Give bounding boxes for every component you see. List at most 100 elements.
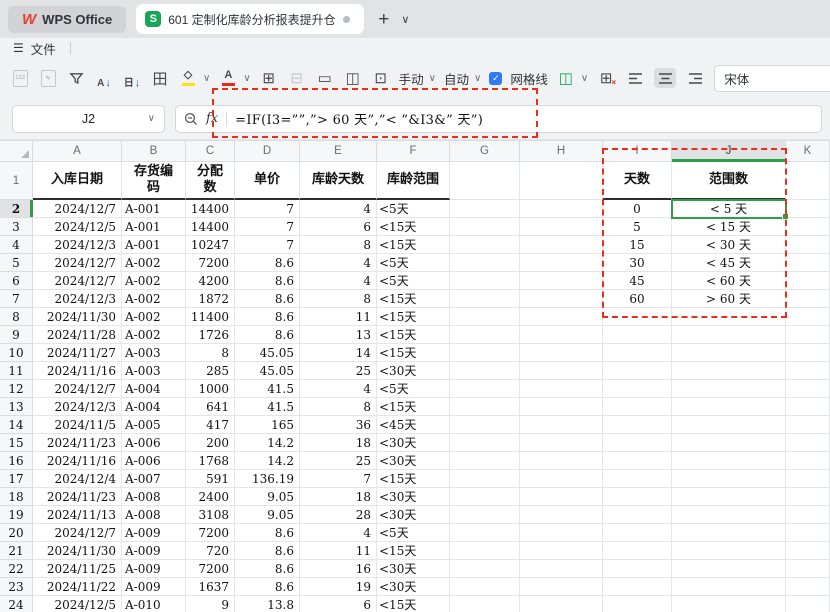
freeze-chevron-icon[interactable]: ∨ <box>581 73 588 84</box>
cell-A6[interactable]: 2024/12/7 <box>33 272 122 290</box>
sort-ascending-icon[interactable]: A↓ <box>94 67 114 89</box>
cell-B13[interactable]: A-004 <box>122 398 186 416</box>
cell-K13[interactable] <box>786 398 830 416</box>
cell-J16[interactable] <box>672 452 786 470</box>
cell-G17[interactable] <box>450 470 520 488</box>
cell-D8[interactable]: 8.6 <box>235 308 300 326</box>
cell-J15[interactable] <box>672 434 786 452</box>
cell-E14[interactable]: 36 <box>300 416 377 434</box>
cell-G24[interactable] <box>450 596 520 612</box>
cell-D14[interactable]: 165 <box>235 416 300 434</box>
cell-E20[interactable]: 4 <box>300 524 377 542</box>
cell-H5[interactable] <box>520 254 603 272</box>
column-header-J[interactable]: J <box>672 140 786 162</box>
cell-I24[interactable] <box>603 596 672 612</box>
cell-K9[interactable] <box>786 326 830 344</box>
cell-G13[interactable] <box>450 398 520 416</box>
cell-K3[interactable] <box>786 218 830 236</box>
align-right-icon[interactable] <box>684 68 706 88</box>
cell-K14[interactable] <box>786 416 830 434</box>
new-tab-button[interactable]: + <box>378 10 389 29</box>
cell-F8[interactable]: <15天 <box>377 308 450 326</box>
cell-E12[interactable]: 4 <box>300 380 377 398</box>
cell-E18[interactable]: 18 <box>300 488 377 506</box>
cell-D23[interactable]: 8.6 <box>235 578 300 596</box>
cell-I14[interactable] <box>603 416 672 434</box>
row-header-23[interactable]: 23 <box>0 578 33 596</box>
cell-C23[interactable]: 1637 <box>186 578 235 596</box>
cell-F6[interactable]: <5天 <box>377 272 450 290</box>
cell-F16[interactable]: <30天 <box>377 452 450 470</box>
cell-K4[interactable] <box>786 236 830 254</box>
wrap-text-icon[interactable]: ⊡ <box>371 67 391 89</box>
cell-K7[interactable] <box>786 290 830 308</box>
cell-I1[interactable]: 天数 <box>603 162 672 200</box>
cell-A1[interactable]: 入库日期 <box>33 162 122 200</box>
cell-G16[interactable] <box>450 452 520 470</box>
cell-H3[interactable] <box>520 218 603 236</box>
cell-I13[interactable] <box>603 398 672 416</box>
name-box[interactable]: J2 ∨ <box>12 105 165 133</box>
cell-C11[interactable]: 285 <box>186 362 235 380</box>
cell-D12[interactable]: 41.5 <box>235 380 300 398</box>
cell-I3[interactable]: 5 <box>603 218 672 236</box>
cell-F18[interactable]: <30天 <box>377 488 450 506</box>
cell-J4[interactable]: < 30 天 <box>672 236 786 254</box>
cell-E16[interactable]: 25 <box>300 452 377 470</box>
cell-J17[interactable] <box>672 470 786 488</box>
cell-G1[interactable] <box>450 162 520 200</box>
cell-K16[interactable] <box>786 452 830 470</box>
cell-A7[interactable]: 2024/12/3 <box>33 290 122 308</box>
cell-I12[interactable] <box>603 380 672 398</box>
cell-D22[interactable]: 8.6 <box>235 560 300 578</box>
cell-G5[interactable] <box>450 254 520 272</box>
fill-color-chevron-icon[interactable]: ∨ <box>203 73 210 84</box>
cell-G21[interactable] <box>450 542 520 560</box>
paste-values-icon[interactable]: 123 <box>10 67 30 89</box>
cell-J23[interactable] <box>672 578 786 596</box>
cell-B12[interactable]: A-004 <box>122 380 186 398</box>
cell-D15[interactable]: 14.2 <box>235 434 300 452</box>
cell-J24[interactable] <box>672 596 786 612</box>
wps-office-tab[interactable]: W WPS Office <box>8 6 126 33</box>
cell-B20[interactable]: A-009 <box>122 524 186 542</box>
row-header-6[interactable]: 6 <box>0 272 33 290</box>
cell-E24[interactable]: 6 <box>300 596 377 612</box>
cell-H24[interactable] <box>520 596 603 612</box>
cell-H23[interactable] <box>520 578 603 596</box>
cell-D20[interactable]: 8.6 <box>235 524 300 542</box>
manual-chevron-icon[interactable]: ∨ <box>429 73 436 84</box>
cell-H22[interactable] <box>520 560 603 578</box>
cell-G7[interactable] <box>450 290 520 308</box>
cell-K24[interactable] <box>786 596 830 612</box>
cell-D3[interactable]: 7 <box>235 218 300 236</box>
cell-D13[interactable]: 41.5 <box>235 398 300 416</box>
cell-H11[interactable] <box>520 362 603 380</box>
cell-D17[interactable]: 136.19 <box>235 470 300 488</box>
cell-D7[interactable]: 8.6 <box>235 290 300 308</box>
cell-D1[interactable]: 单价 <box>235 162 300 200</box>
manual-calc-dropdown[interactable]: 手动 <box>399 69 424 88</box>
cell-I7[interactable]: 60 <box>603 290 672 308</box>
cell-G20[interactable] <box>450 524 520 542</box>
cell-I20[interactable] <box>603 524 672 542</box>
cell-A13[interactable]: 2024/12/3 <box>33 398 122 416</box>
cell-B14[interactable]: A-005 <box>122 416 186 434</box>
row-header-19[interactable]: 19 <box>0 506 33 524</box>
row-header-21[interactable]: 21 <box>0 542 33 560</box>
cell-B6[interactable]: A-002 <box>122 272 186 290</box>
cell-K21[interactable] <box>786 542 830 560</box>
cell-K22[interactable] <box>786 560 830 578</box>
font-name-select[interactable]: 宋体 ∨ <box>714 65 830 92</box>
cell-J12[interactable] <box>672 380 786 398</box>
cell-C4[interactable]: 10247 <box>186 236 235 254</box>
cell-F10[interactable]: <15天 <box>377 344 450 362</box>
cell-A23[interactable]: 2024/11/22 <box>33 578 122 596</box>
cell-B24[interactable]: A-010 <box>122 596 186 612</box>
cell-J9[interactable] <box>672 326 786 344</box>
row-header-1[interactable]: 1 <box>0 162 33 200</box>
cell-F9[interactable]: <15天 <box>377 326 450 344</box>
cell-A21[interactable]: 2024/11/30 <box>33 542 122 560</box>
cell-C22[interactable]: 7200 <box>186 560 235 578</box>
cell-K5[interactable] <box>786 254 830 272</box>
